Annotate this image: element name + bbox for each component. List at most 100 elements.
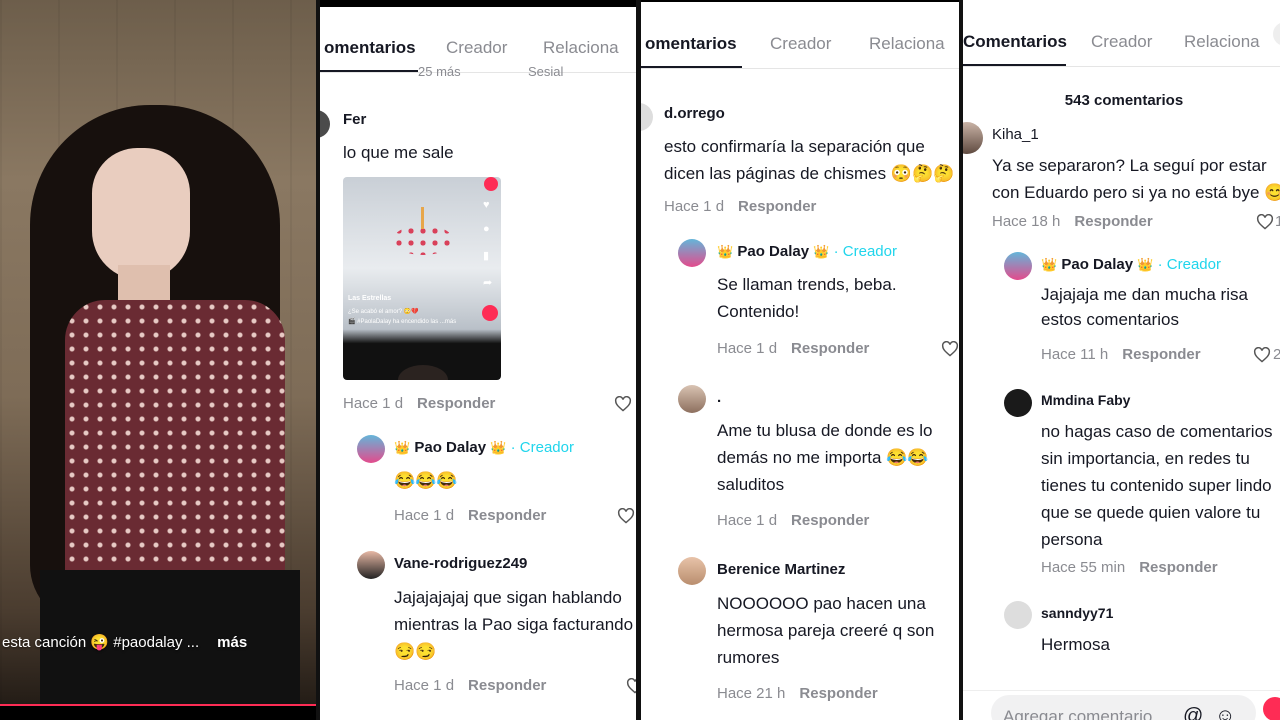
- comment-username[interactable]: Kiha_1: [992, 126, 1039, 143]
- tab-creator[interactable]: Creador: [770, 34, 831, 54]
- like-heart-icon[interactable]: [941, 341, 959, 357]
- avatar[interactable]: [1004, 389, 1032, 417]
- reply-username[interactable]: 👑 Pao Dalay 👑 · Creador: [394, 439, 574, 456]
- comment-text: esto confirmaría la separación que dicen…: [664, 137, 955, 183]
- reply-text: Se llaman trends, beba. Contenido!: [717, 275, 897, 321]
- avatar[interactable]: [357, 551, 385, 579]
- emoji-icon[interactable]: ☺: [1215, 705, 1235, 720]
- video-person-face: [92, 148, 190, 280]
- avatar[interactable]: [678, 385, 706, 413]
- reply-button[interactable]: Responder: [417, 395, 495, 412]
- tab-related[interactable]: Relaciona: [869, 34, 945, 54]
- tab-comments[interactable]: omentarios: [645, 34, 737, 54]
- reply-username-text: Pao Dalay: [1061, 256, 1134, 273]
- reply-button[interactable]: Responder: [738, 198, 816, 215]
- comment-text: Ame tu blusa de donde es lo demás no me …: [717, 421, 933, 494]
- embed-line-2: 🎬 #PaolaDalay ha encendido las ...más: [348, 319, 457, 325]
- avatar[interactable]: [678, 557, 706, 585]
- comments-panel-3: Comentarios Creador Relaciona 543 coment…: [963, 0, 1280, 720]
- reply-username-text: Pao Dalay: [414, 439, 487, 456]
- reply-username[interactable]: 👑 Pao Dalay 👑 · Creador: [1041, 256, 1221, 273]
- crown-icon: 👑: [813, 244, 830, 259]
- video-caption[interactable]: esta canción 😜 #paodalay ... más: [2, 633, 247, 651]
- like-count: 2: [1273, 346, 1280, 363]
- avatar[interactable]: [963, 122, 983, 154]
- comment-input[interactable]: Agregar comentario... @ ☺: [991, 695, 1256, 720]
- embed-account: Las Estrellas: [348, 295, 392, 302]
- video-person-blouse: [65, 300, 285, 590]
- comment-time: Hace 1 d: [394, 677, 455, 694]
- caption-more-link[interactable]: más: [217, 634, 247, 651]
- like-heart-icon[interactable]: [617, 508, 635, 524]
- reply-meta: Hace 11 h Responder: [1041, 346, 1201, 363]
- tab-comments[interactable]: omentarios: [324, 38, 416, 58]
- creator-avatar[interactable]: [678, 239, 706, 267]
- embed-lower-figure: [398, 365, 448, 380]
- comment-input-bar: Agregar comentario... @ ☺: [963, 690, 1280, 720]
- tab-underline: [641, 66, 742, 68]
- comment-username[interactable]: sanndyy71: [1041, 605, 1113, 621]
- comment-text: no hagas caso de comentarios sin importa…: [1041, 422, 1273, 549]
- creator-avatar[interactable]: [357, 435, 385, 463]
- tab-creator[interactable]: Creador: [1091, 32, 1152, 52]
- creator-badge: · Creador: [510, 439, 574, 456]
- comment-username[interactable]: Fer: [343, 111, 366, 128]
- comment-count: 543 comentarios: [1064, 92, 1184, 109]
- comment-meta: Hace 1 d Responder: [343, 395, 495, 412]
- crown-icon: 👑: [394, 440, 411, 455]
- comment-username[interactable]: .: [717, 389, 721, 406]
- crown-icon: 👑: [1041, 257, 1058, 272]
- tab-creator[interactable]: Creador: [446, 38, 507, 58]
- cutoff-text-1: 25 más: [418, 64, 461, 79]
- comment-username[interactable]: Vane-rodriguez249: [394, 555, 527, 572]
- reply-button[interactable]: Responder: [791, 340, 869, 357]
- comment-username[interactable]: Mmdina Faby: [1041, 392, 1130, 408]
- heart-icon: ♥: [483, 199, 490, 211]
- avatar[interactable]: [1004, 601, 1032, 629]
- reply-button[interactable]: Responder: [1122, 346, 1200, 363]
- reply-time: Hace 1 d: [717, 340, 778, 357]
- comment-username[interactable]: d.orrego: [664, 105, 725, 122]
- comment-meta: Hace 55 min Responder: [1041, 559, 1218, 576]
- reply-button[interactable]: Responder: [799, 685, 877, 702]
- comment-time: Hace 1 d: [717, 512, 778, 529]
- reply-button[interactable]: Responder: [1074, 213, 1152, 230]
- reply-time: Hace 1 d: [394, 507, 455, 524]
- tab-related[interactable]: Relaciona: [1184, 32, 1260, 52]
- mention-icon[interactable]: @: [1183, 705, 1203, 720]
- comment-meta: Hace 1 d Responder: [717, 512, 869, 529]
- comment-meta: Hace 1 d Responder: [394, 677, 546, 694]
- share-icon: ➦: [483, 277, 493, 289]
- reply-button[interactable]: Responder: [791, 512, 869, 529]
- cutoff-text-2: Sesial: [528, 64, 564, 79]
- video-player[interactable]: esta canción 😜 #paodalay ... más: [0, 0, 316, 720]
- like-heart-icon[interactable]: [614, 396, 632, 412]
- top-bar: [320, 0, 636, 7]
- like-heart-icon[interactable]: [626, 678, 636, 694]
- reply-button[interactable]: Responder: [1139, 559, 1217, 576]
- like-heart-icon[interactable]: [1253, 347, 1271, 363]
- comment-meta: Hace 21 h Responder: [717, 685, 878, 702]
- tab-underline: [963, 64, 1066, 66]
- creator-badge: · Creador: [833, 243, 897, 260]
- comment-text: Hermosa: [1041, 635, 1110, 654]
- caption-text: esta canción 😜 #paodalay ...: [2, 634, 200, 651]
- creator-badge: · Creador: [1157, 256, 1221, 273]
- comment-time: Hace 55 min: [1041, 559, 1126, 576]
- tab-related[interactable]: Relaciona: [543, 38, 619, 58]
- avatar[interactable]: [320, 110, 330, 138]
- reply-button[interactable]: Responder: [468, 507, 546, 524]
- creator-avatar[interactable]: [1004, 252, 1032, 280]
- send-icon[interactable]: [1263, 697, 1280, 720]
- reply-username[interactable]: 👑 Pao Dalay 👑 · Creador: [717, 243, 897, 260]
- tab-bar: Comentarios Creador Relaciona: [963, 32, 1280, 67]
- tab-comments[interactable]: Comentarios: [963, 32, 1067, 52]
- embedded-video-thumbnail[interactable]: ♥ ● ▮ ➦ Las Estrellas ¿Se acabó el amor?…: [343, 177, 501, 380]
- avatar[interactable]: [641, 103, 653, 131]
- comment-text: NOOOOOO pao hacen una hermosa pareja cre…: [717, 594, 935, 667]
- comment-username[interactable]: Berenice Martinez: [717, 561, 845, 578]
- like-heart-icon[interactable]: [1256, 214, 1274, 230]
- petals: [393, 225, 453, 255]
- reply-button[interactable]: Responder: [468, 677, 546, 694]
- bottom-bar: [0, 706, 316, 720]
